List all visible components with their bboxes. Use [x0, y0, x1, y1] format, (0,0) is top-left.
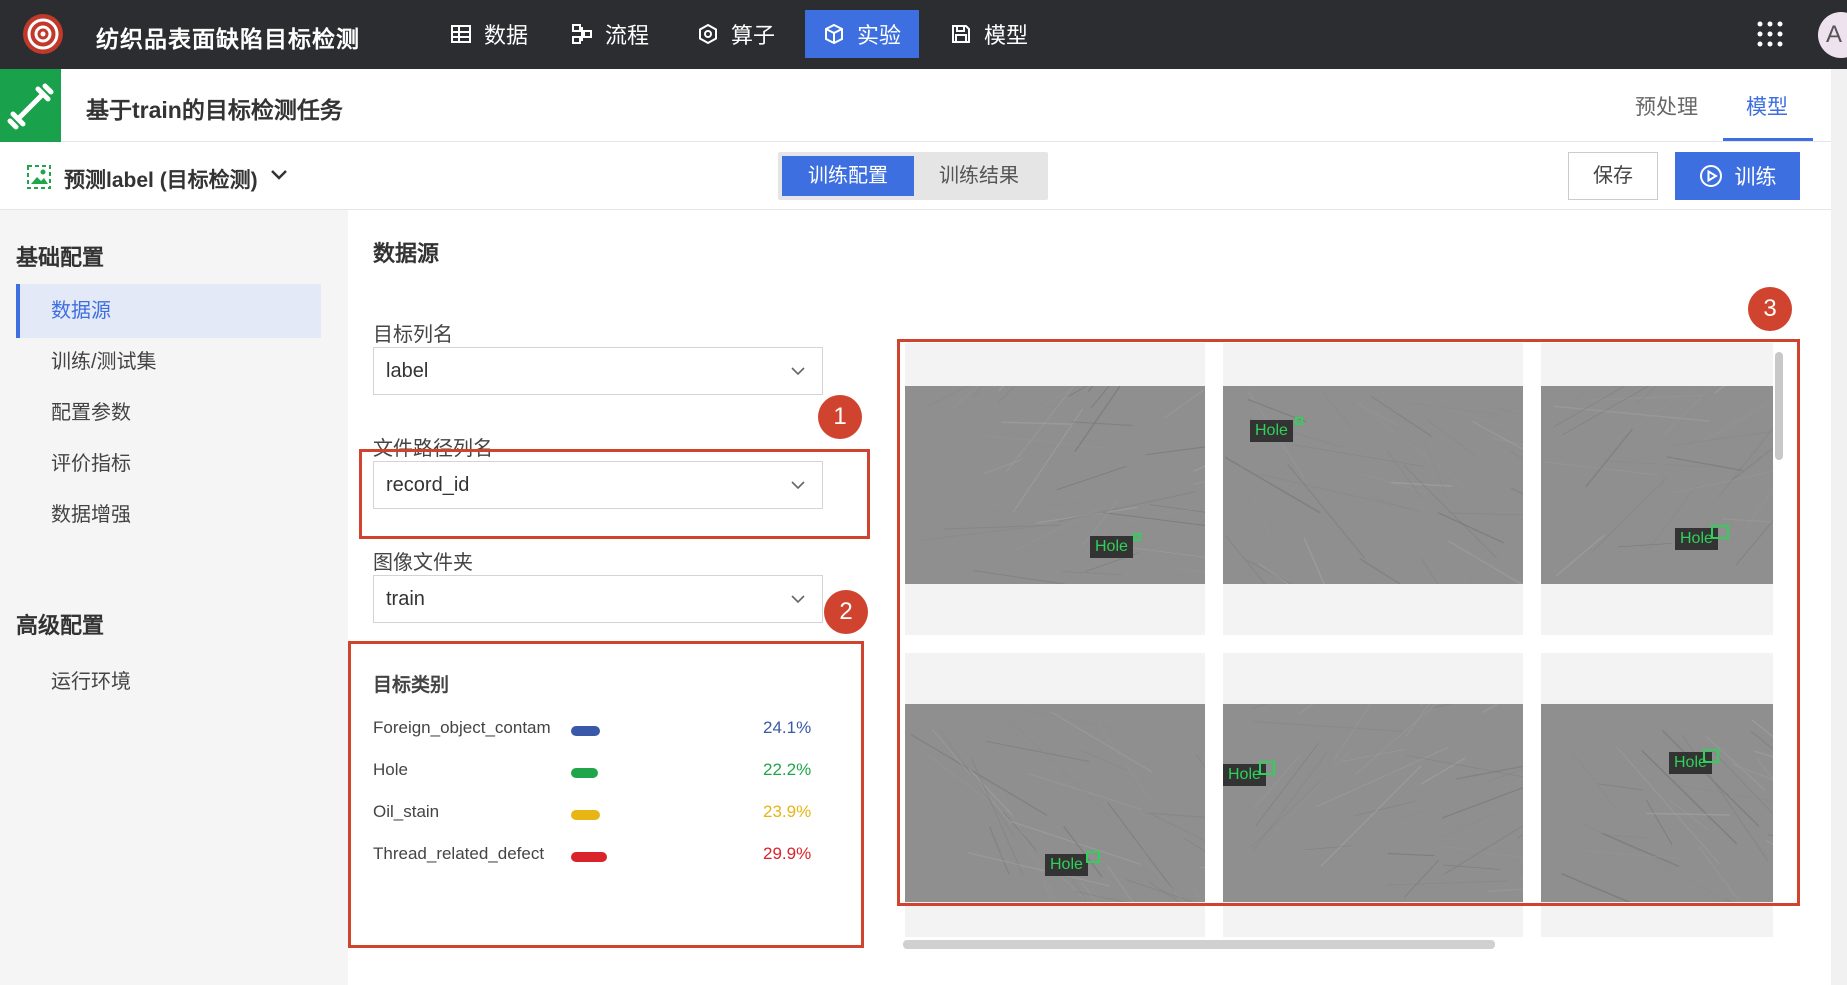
nav-model[interactable]: 模型 — [932, 10, 1046, 58]
annotation-badge-2: 2 — [824, 590, 868, 634]
nav-operator[interactable]: 算子 — [679, 10, 793, 58]
nav-model-label: 模型 — [984, 23, 1029, 48]
hexagon-icon — [699, 23, 717, 45]
task-header: 基于train的目标检测任务 预处理 模型 — [0, 69, 1847, 142]
save-button[interactable]: 保存 — [1568, 152, 1658, 200]
cube-icon — [825, 23, 843, 45]
chevron-down-icon — [791, 595, 805, 604]
flow-icon — [572, 24, 592, 44]
target-column-value: label — [386, 360, 429, 382]
floppy-icon — [952, 25, 970, 43]
image-folder-label: 图像文件夹 — [373, 552, 473, 574]
task-type-icon — [0, 69, 61, 142]
play-circle-icon — [1699, 165, 1722, 187]
annotation-badge-3: 3 — [1748, 287, 1792, 331]
page-scrollbar[interactable] — [1831, 69, 1847, 985]
sidebar-group-advanced: 高级配置 — [16, 613, 105, 638]
config-sidebar: 基础配置 数据源 训练/测试集 配置参数 评价指标 数据增强 高级配置 运行环境 — [0, 210, 348, 985]
nav-experiment-label: 实验 — [857, 23, 902, 48]
top-nav-bar: 纺织品表面缺陷目标检测 数据 流程 算子 实验 模型 A — [0, 0, 1847, 69]
target-column-label: 目标列名 — [373, 324, 453, 346]
annotation-box-2 — [348, 641, 864, 948]
app-logo-icon — [23, 14, 63, 54]
nav-data-label: 数据 — [484, 23, 529, 48]
nav-flow-label: 流程 — [605, 23, 650, 48]
task-title: 基于train的目标检测任务 — [86, 97, 343, 123]
image-folder-value: train — [386, 588, 425, 610]
sidebar-group-basic: 基础配置 — [16, 245, 105, 270]
active-tab-underline — [1723, 138, 1813, 141]
train-button[interactable]: 训练 — [1675, 152, 1800, 200]
tab-preprocess[interactable]: 预处理 — [1635, 91, 1698, 121]
image-detection-icon — [27, 165, 51, 189]
nav-experiment[interactable]: 实验 — [805, 10, 919, 58]
table-icon — [451, 25, 471, 43]
sidebar-item-train-test[interactable]: 训练/测试集 — [16, 335, 321, 389]
nav-flow[interactable]: 流程 — [553, 10, 667, 58]
dumbbell-icon — [7, 83, 54, 130]
apps-grid-icon[interactable] — [1756, 20, 1784, 48]
chevron-down-icon[interactable] — [270, 168, 288, 182]
gallery-horizontal-scroll-thumb[interactable] — [903, 940, 1495, 949]
nav-operator-label: 算子 — [731, 23, 776, 48]
tab-train-config[interactable]: 训练配置 — [782, 156, 914, 196]
chevron-down-icon — [791, 367, 805, 376]
annotation-box-1 — [359, 449, 870, 539]
target-column-select[interactable]: label — [373, 347, 823, 395]
prediction-target-label[interactable]: 预测label (目标检测) — [64, 164, 258, 194]
annotation-badge-1: 1 — [818, 395, 862, 439]
annotation-box-3 — [897, 339, 1800, 906]
sidebar-item-runtime[interactable]: 运行环境 — [16, 655, 321, 709]
tab-train-result[interactable]: 训练结果 — [914, 156, 1044, 196]
section-title: 数据源 — [373, 241, 440, 266]
nav-data[interactable]: 数据 — [432, 10, 546, 58]
sidebar-item-augmentation[interactable]: 数据增强 — [16, 488, 321, 542]
sidebar-item-metrics[interactable]: 评价指标 — [16, 437, 321, 491]
tab-model[interactable]: 模型 — [1746, 91, 1788, 121]
app-title: 纺织品表面缺陷目标检测 — [96, 26, 360, 52]
sidebar-item-params[interactable]: 配置参数 — [16, 386, 321, 440]
train-button-label: 训练 — [1734, 166, 1777, 189]
sidebar-item-datasource[interactable]: 数据源 — [16, 284, 321, 338]
config-toolbar: 预测label (目标检测) 训练配置 训练结果 保存 训练 — [0, 142, 1831, 210]
config-result-switch: 训练配置 训练结果 — [778, 152, 1048, 200]
image-folder-select[interactable]: train — [373, 575, 823, 623]
user-avatar[interactable]: A — [1818, 12, 1847, 58]
